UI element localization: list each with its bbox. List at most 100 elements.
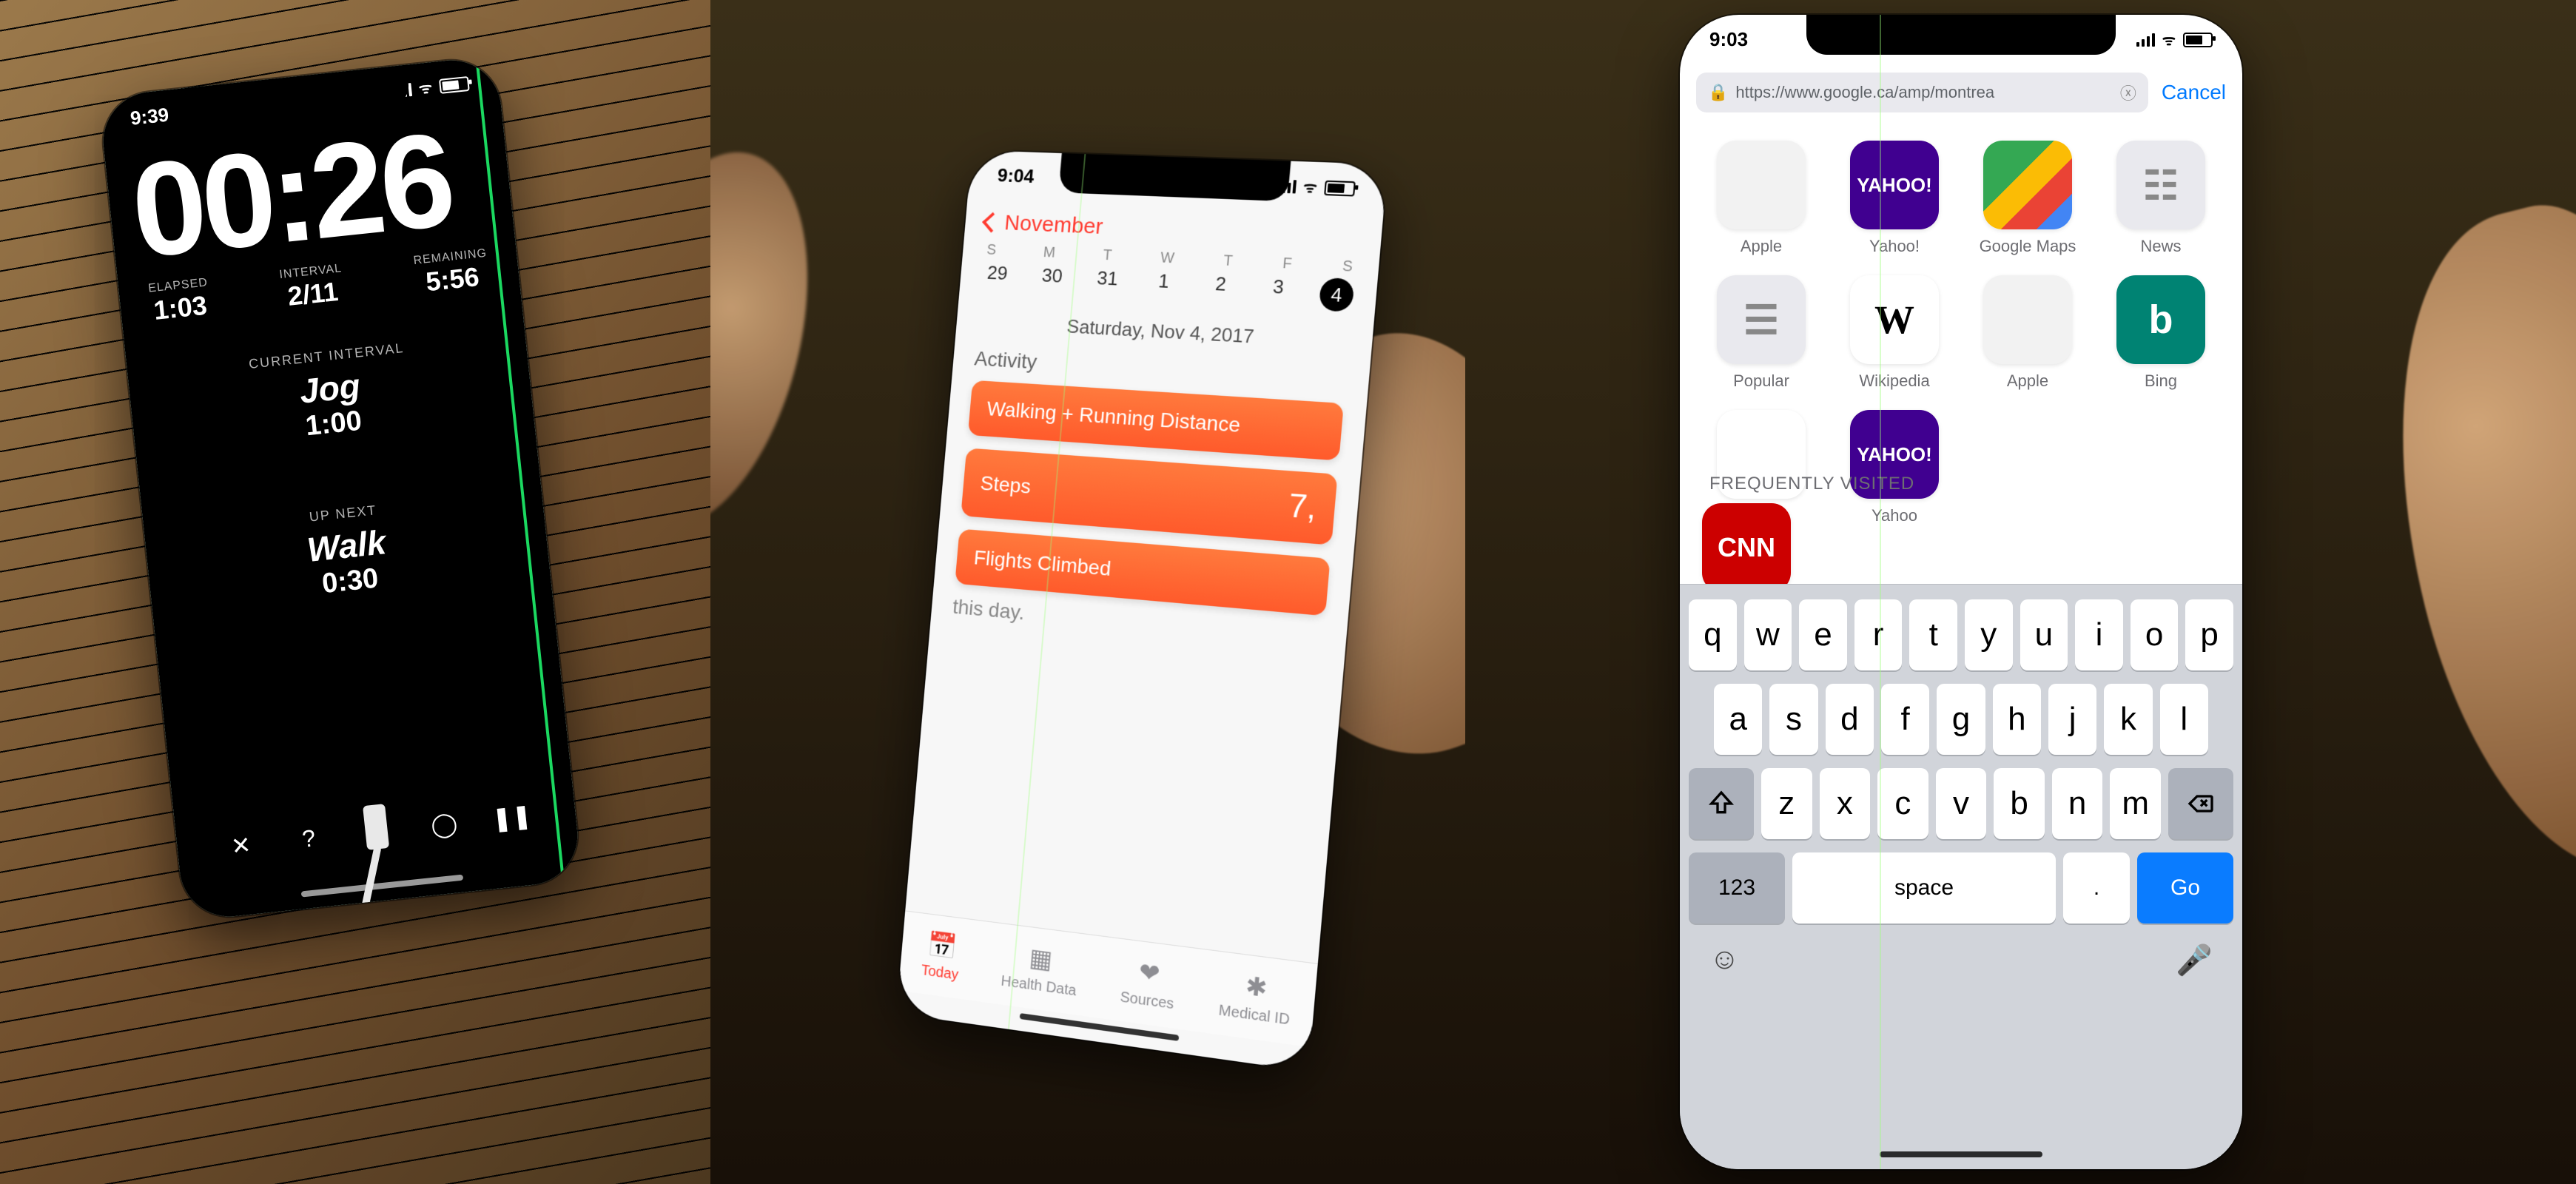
tab-label: Sources	[1120, 989, 1174, 1013]
favorite-icon: YAHOO!	[1850, 141, 1939, 229]
key-x[interactable]: x	[1820, 768, 1871, 839]
key-go[interactable]: Go	[2137, 852, 2233, 924]
battery-icon	[439, 75, 470, 93]
calendar-day[interactable]: 2	[1203, 272, 1238, 306]
key-z[interactable]: z	[1761, 768, 1812, 839]
weekday-label: W	[1160, 249, 1175, 267]
favorite-label: Bing	[2145, 371, 2177, 391]
key-backspace[interactable]	[2168, 768, 2233, 839]
favorite-popular[interactable]: ☰Popular	[1702, 275, 1820, 391]
key-h[interactable]: h	[1993, 684, 2041, 755]
key-d[interactable]: d	[1826, 684, 1874, 755]
current-interval-section: CURRENT INTERVAL Jog 1:00	[127, 328, 534, 461]
frequently-visited-header: FREQUENTLY VISITED	[1709, 474, 1914, 494]
weekday-label: T	[1103, 247, 1113, 264]
key-w[interactable]: w	[1744, 599, 1792, 670]
key-u[interactable]: u	[2020, 599, 2068, 670]
favorite-news[interactable]: ☷News	[2102, 141, 2220, 256]
key-c[interactable]: c	[1877, 768, 1928, 839]
dictation-button[interactable]: 🎤	[2176, 943, 2213, 978]
close-button[interactable]: ✕	[221, 826, 260, 865]
key-t[interactable]: t	[1909, 599, 1957, 670]
key-b[interactable]: b	[1994, 768, 2045, 839]
panel-workout-phone: 9:39 ᯤ 00:26 ELAPSED1:03 INTERVAL2/11 RE…	[0, 0, 710, 1184]
elapsed-value: 1:03	[149, 289, 212, 326]
key-g[interactable]: g	[1937, 684, 1985, 755]
chevron-left-icon	[982, 212, 1002, 233]
signal-icon	[2136, 33, 2155, 47]
favorite-icon: W	[1850, 275, 1939, 364]
emoji-button[interactable]: ☺	[1709, 943, 1740, 978]
key-l[interactable]: l	[2160, 684, 2208, 755]
battery-icon	[1324, 180, 1356, 196]
tab-sources[interactable]: ❤Sources	[1120, 955, 1178, 1013]
tab-icon: ❤	[1137, 957, 1161, 989]
key-row-2: asdfghjkl	[1689, 684, 2233, 755]
key-a[interactable]: a	[1714, 684, 1762, 755]
tab-today[interactable]: 📅Today	[921, 929, 962, 983]
activity-card[interactable]: Steps7,	[961, 448, 1337, 545]
calendar-day[interactable]: 1	[1146, 269, 1180, 303]
iphone-safari: 9:03 ᯤ 🔒https://www.google.ca/amp/montre…	[1680, 15, 2242, 1169]
key-n[interactable]: n	[2052, 768, 2103, 839]
weekday-label: F	[1282, 255, 1292, 273]
calendar-day[interactable]: 31	[1090, 266, 1125, 300]
favorite-yahoo-[interactable]: YAHOO!Yahoo!	[1835, 141, 1954, 256]
favorite-icon: b	[2116, 275, 2205, 364]
battery-icon	[2183, 33, 2213, 47]
key-row-3: zxcvbnm	[1689, 768, 2233, 839]
calendar-day[interactable]: 3	[1260, 275, 1296, 309]
favorite-google-maps[interactable]: Google Maps	[1968, 141, 2087, 256]
key-j[interactable]: j	[2048, 684, 2096, 755]
activity-cards: Walking + Running Distance Steps7,Flights…	[955, 380, 1344, 616]
favorite-yahoo[interactable]: YAHOO!Yahoo	[1835, 410, 1954, 525]
favorite-label: Yahoo	[1872, 506, 1917, 525]
key-shift[interactable]	[1689, 768, 1754, 839]
key-row-bottom: 123 space . Go	[1689, 852, 2233, 924]
key-y[interactable]: y	[1965, 599, 2013, 670]
address-field[interactable]: 🔒https://www.google.ca/amp/montreaⓧ	[1696, 73, 2148, 112]
pause-button[interactable]: ❚❚	[492, 798, 531, 837]
favorites-grid: Apple YAHOO!Yahoo!Google Maps☷News ☰Popula…	[1702, 141, 2220, 525]
calendar-day[interactable]: 30	[1035, 263, 1069, 297]
home-indicator[interactable]	[1880, 1151, 2042, 1157]
clear-icon[interactable]: ⓧ	[2120, 81, 2136, 104]
favorite-label: Popular	[1733, 371, 1789, 391]
tab-icon: ▦	[1028, 943, 1053, 975]
key-r[interactable]: r	[1854, 599, 1903, 670]
cancel-button[interactable]: Cancel	[2162, 81, 2226, 104]
key-q[interactable]: q	[1689, 599, 1737, 670]
favorite-icon	[1717, 141, 1806, 229]
favorite-label: Apple	[2007, 371, 2048, 391]
key-i[interactable]: i	[2075, 599, 2123, 670]
key-123[interactable]: 123	[1689, 852, 1785, 924]
interval-value: 2/11	[280, 275, 346, 313]
key-space[interactable]: space	[1792, 852, 2056, 924]
key-m[interactable]: m	[2110, 768, 2161, 839]
tab-medical-id[interactable]: ✱Medical ID	[1218, 967, 1294, 1029]
favorite-wikipedia[interactable]: WWikipedia	[1835, 275, 1954, 391]
key-o[interactable]: o	[2131, 599, 2179, 670]
iphone-health: 9:04 ᯤ November SMTWTFS 2930311234 Satur…	[896, 150, 1388, 1072]
tab-icon: 📅	[927, 929, 958, 962]
key-e[interactable]: e	[1799, 599, 1847, 670]
favorite-apple[interactable]: Apple	[1968, 275, 2087, 391]
key-v[interactable]: v	[1936, 768, 1987, 839]
key-k[interactable]: k	[2104, 684, 2152, 755]
calendar-day[interactable]: 4	[1319, 278, 1355, 312]
card-title: Walking + Running Distance	[986, 397, 1241, 437]
key-dot[interactable]: .	[2063, 852, 2130, 924]
weekday-label: M	[1043, 244, 1056, 261]
key-p[interactable]: p	[2185, 599, 2233, 670]
favorite-label: Apple	[1741, 237, 1782, 256]
card-title: Flights Climbed	[973, 546, 1112, 581]
key-s[interactable]: s	[1769, 684, 1817, 755]
favorite-bing[interactable]: b Bing	[2102, 275, 2220, 391]
calendar-day[interactable]: 29	[981, 261, 1014, 295]
key-f[interactable]: f	[1881, 684, 1929, 755]
green-line-defect	[1880, 15, 1881, 1169]
activity-card[interactable]: Walking + Running Distance	[968, 380, 1344, 461]
tab-label: Medical ID	[1218, 1002, 1291, 1029]
favorite-apple[interactable]: Apple	[1702, 141, 1820, 256]
favorite-icon: CNN	[1702, 503, 1791, 592]
